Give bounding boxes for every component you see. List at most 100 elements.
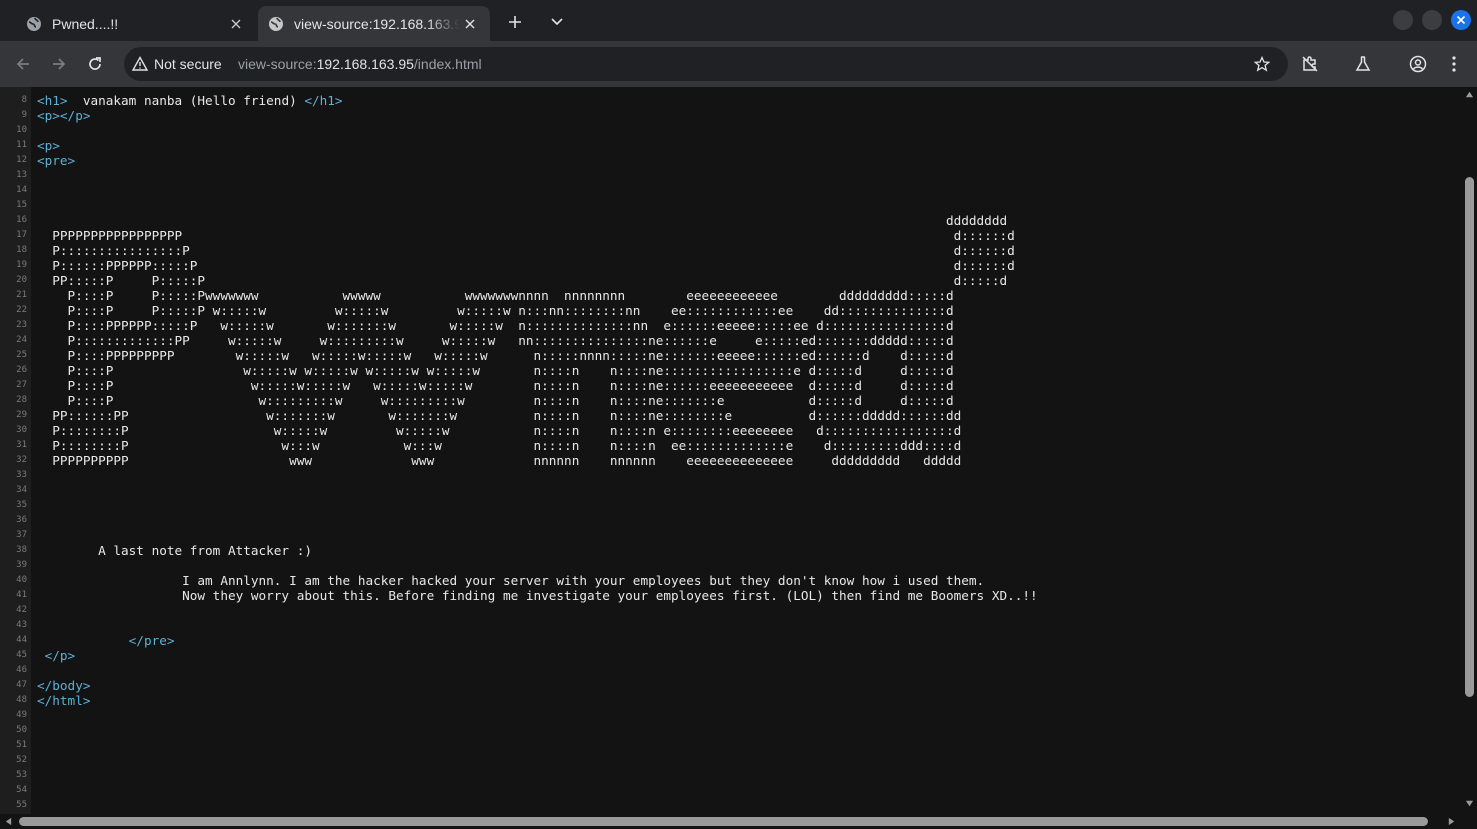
line-number: 41: [16, 590, 27, 600]
line-number: 54: [16, 785, 27, 795]
source-view[interactable]: 8 <h1> vanakam nanba (Hello friend) </h1>…: [0, 87, 1462, 814]
source-line: 30 P::::::::P w:::::w w:::::w n::::n n::…: [0, 423, 1462, 438]
url-host: 192.168.163.95: [316, 56, 414, 72]
source-line: 38 A last note from Attacker :): [0, 543, 1462, 558]
line-number: 17: [16, 230, 27, 240]
menu-button[interactable]: [1442, 52, 1466, 76]
line-number: 43: [16, 620, 27, 630]
source-line: 19 P::::::PPPPPP:::::P d::::::d: [0, 258, 1462, 273]
url-text[interactable]: view-source:192.168.163.95/index.html: [238, 56, 482, 72]
line-number: 27: [16, 380, 27, 390]
url-path: /index.html: [413, 56, 482, 72]
vertical-scroll-thumb[interactable]: [1465, 177, 1474, 697]
text-content: [37, 648, 45, 663]
text-content: vanakam nanba (Hello friend): [67, 93, 305, 108]
source-line: 16 dddddddd: [0, 213, 1462, 228]
minimize-button[interactable]: [1393, 10, 1413, 30]
source-line: 43: [0, 618, 1462, 633]
reload-button[interactable]: [83, 52, 107, 76]
line-content: <p></p>: [37, 108, 90, 123]
line-content: <p>: [37, 138, 60, 153]
star-icon: [1254, 56, 1270, 72]
line-number: 48: [16, 695, 27, 705]
line-content: dddddddd: [37, 213, 1007, 228]
text-content: PP:::::P P:::::P d:::::d: [37, 273, 1008, 288]
horizontal-scroll-thumb[interactable]: [19, 817, 1428, 826]
bookmark-button[interactable]: [1250, 52, 1274, 76]
scroll-right-icon[interactable]: [1447, 817, 1456, 826]
source-line: 51: [0, 738, 1462, 753]
labs-button[interactable]: [1351, 52, 1375, 76]
reload-icon: [89, 57, 101, 70]
source-line: 25 P::::PPPPPPPPP w:::::w w:::::w:::::w …: [0, 348, 1462, 363]
line-number: 29: [16, 410, 27, 420]
tab-pwned[interactable]: Pwned....!!: [16, 6, 256, 41]
line-content: </html>: [37, 693, 90, 708]
source-line: 22 P::::P P:::::P w:::::w w:::::w w:::::…: [0, 303, 1462, 318]
source-line: 14: [0, 183, 1462, 198]
maximize-button[interactable]: [1422, 10, 1442, 30]
line-content: P::::::::P w:::w w:::w n::::n n::::n ee:…: [37, 438, 961, 453]
text-content: P::::P w:::::w w:::::w w:::::w w:::::w n…: [37, 363, 954, 378]
extension-button[interactable]: [1298, 52, 1322, 76]
arrow-left-icon: [16, 58, 29, 70]
line-content: P::::::::P w:::::w w:::::w n::::n n::::n…: [37, 423, 961, 438]
source-line: 27 P::::P w:::::w:::::w w:::::w:::::w n:…: [0, 378, 1462, 393]
source-line: 24 P:::::::::::::PP w:::::w w:::::::::w …: [0, 333, 1462, 348]
source-line: 18 P::::::::::::::::P d::::::d: [0, 243, 1462, 258]
new-tab-button[interactable]: [503, 10, 527, 34]
line-number: 49: [16, 710, 27, 720]
vertical-scrollbar[interactable]: [1462, 87, 1477, 814]
close-tab-icon[interactable]: [226, 14, 246, 34]
line-content: P::::PPPPPP:::::P w:::::w w:::::::w w:::…: [37, 318, 954, 333]
source-line: 32 PPPPPPPPPP www www nnnnnn nnnnnn eeee…: [0, 453, 1462, 468]
horizontal-scrollbar[interactable]: [0, 814, 1462, 829]
forward-button[interactable]: [47, 52, 71, 76]
plus-icon: [509, 16, 521, 28]
line-number: 40: [16, 575, 27, 585]
scroll-down-icon[interactable]: [1465, 799, 1474, 808]
line-content: I am Annlynn. I am the hacker hacked you…: [37, 573, 984, 588]
line-number: 28: [16, 395, 27, 405]
line-number: 39: [16, 560, 27, 570]
account-icon: [1409, 55, 1427, 73]
line-content: P::::PPPPPPPPP w:::::w w:::::w:::::w w::…: [37, 348, 954, 363]
tab-strip: Pwned....!! view-source:192.168.163.95/i…: [0, 0, 1477, 41]
warning-icon: [132, 56, 148, 71]
url-prefix: view-source:: [238, 56, 317, 72]
address-bar[interactable]: Not secure view-source:192.168.163.95/in…: [124, 47, 1288, 81]
extension-off-icon: [1302, 56, 1318, 72]
line-number: 25: [16, 350, 27, 360]
close-window-button[interactable]: [1451, 10, 1471, 30]
source-line: 11 <p>: [0, 138, 1462, 153]
line-number: 15: [16, 200, 27, 210]
tab-search-button[interactable]: [545, 10, 569, 34]
line-number: 13: [16, 170, 27, 180]
line-content: P::::::::::::::::P d::::::d: [37, 243, 1014, 258]
tab-view-source[interactable]: view-source:192.168.163.95/index.html: [258, 6, 490, 41]
source-line: 31 P::::::::P w:::w w:::w n::::n n::::n …: [0, 438, 1462, 453]
back-button[interactable]: [11, 52, 35, 76]
close-tab-icon[interactable]: [460, 14, 480, 34]
line-number: 46: [16, 665, 27, 675]
line-number: 16: [16, 215, 27, 225]
source-line: 12 <pre>: [0, 153, 1462, 168]
scroll-up-icon[interactable]: [1465, 90, 1474, 99]
line-number: 8: [21, 95, 27, 105]
line-number: 22: [16, 305, 27, 315]
line-number: 37: [16, 530, 27, 540]
profile-button[interactable]: [1406, 52, 1430, 76]
tab-title: Pwned....!!: [52, 15, 119, 32]
line-number: 9: [21, 110, 27, 120]
security-indicator[interactable]: Not secure: [128, 51, 230, 77]
source-line: 53: [0, 768, 1462, 783]
source-line: 50: [0, 723, 1462, 738]
close-icon: [1456, 15, 1466, 25]
line-number: 55: [16, 800, 27, 810]
line-content: Now they worry about this. Before findin…: [37, 588, 1038, 603]
scroll-left-icon[interactable]: [4, 817, 13, 826]
more-vertical-icon: [1452, 56, 1456, 72]
line-content: PPPPPPPPPP www www nnnnnn nnnnnn eeeeeee…: [37, 453, 961, 468]
line-content: </body>: [37, 678, 90, 693]
line-number: 21: [16, 290, 27, 300]
